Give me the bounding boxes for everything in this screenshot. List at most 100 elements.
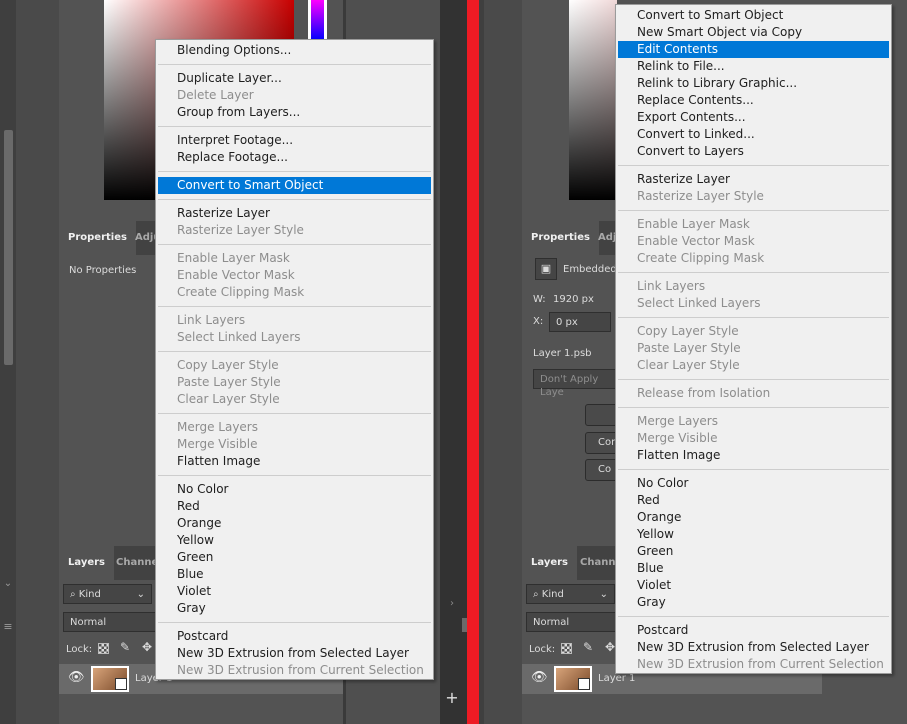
menu-item-new-3d-extrusion-from-selected-layer[interactable]: New 3D Extrusion from Selected Layer xyxy=(618,639,889,656)
menu-item-delete-layer: Delete Layer xyxy=(177,88,254,102)
menu-separator xyxy=(158,622,431,623)
menu-item-red[interactable]: Red xyxy=(158,498,431,515)
dont-apply-select[interactable]: Don't Apply Laye xyxy=(533,369,623,398)
menu-item-relink-to-file[interactable]: Relink to File... xyxy=(618,58,889,75)
menu-item-rasterize-layer[interactable]: Rasterize Layer xyxy=(618,171,889,188)
right-kind-label: Kind xyxy=(541,589,564,600)
menu-item-flatten-image[interactable]: Flatten Image xyxy=(618,447,889,464)
right-chevron-down-icon: ⌄ xyxy=(599,589,608,600)
menu-separator xyxy=(158,351,431,352)
expand-chevron-icon[interactable]: › xyxy=(450,598,460,610)
menu-item-gray[interactable]: Gray xyxy=(618,594,889,611)
menu-item-violet[interactable]: Violet xyxy=(158,583,431,600)
menu-separator xyxy=(158,171,431,172)
width-value[interactable]: 1920 px xyxy=(553,294,594,305)
visibility-eye-icon[interactable]: 👁 xyxy=(68,670,85,685)
menu-item-merge-visible: Merge Visible xyxy=(637,431,718,445)
collapse-chevron-icon[interactable]: ⌄ xyxy=(2,578,14,590)
embedded-icon: ▣ xyxy=(535,258,557,280)
hue-slider[interactable] xyxy=(308,0,327,40)
lock-brush-icon[interactable]: ✎ xyxy=(120,640,130,654)
menu-item-replace-contents[interactable]: Replace Contents... xyxy=(618,92,889,109)
menu-item-blue[interactable]: Blue xyxy=(618,560,889,577)
right-lock-brush-icon[interactable]: ✎ xyxy=(583,640,593,654)
menu-item-convert-to-linked[interactable]: Convert to Linked... xyxy=(618,126,889,143)
menu-item-postcard[interactable]: Postcard xyxy=(618,622,889,639)
menu-item-group-from-layers[interactable]: Group from Layers... xyxy=(158,104,431,121)
menu-item-green[interactable]: Green xyxy=(158,549,431,566)
menu-item-gray[interactable]: Gray xyxy=(158,600,431,617)
menu-item-paste-layer-style: Paste Layer Style xyxy=(637,341,741,355)
menu-item-merge-visible: Merge Visible xyxy=(177,437,258,451)
no-properties-text: No Properties xyxy=(69,265,137,276)
smart-object-badge-icon xyxy=(115,678,127,690)
menu-item-yellow[interactable]: Yellow xyxy=(618,526,889,543)
filter-kind-select[interactable]: ⌕ Kind ⌄ xyxy=(63,584,152,604)
right-blend-mode-select[interactable]: Normal xyxy=(526,612,621,632)
lock-label: Lock: xyxy=(66,644,93,655)
menu-item-replace-footage[interactable]: Replace Footage... xyxy=(158,149,431,166)
menu-item-merge-layers: Merge Layers xyxy=(637,414,718,428)
menu-item-violet[interactable]: Violet xyxy=(618,577,889,594)
menu-item-no-color[interactable]: No Color xyxy=(158,481,431,498)
lock-move-icon[interactable]: ✥ xyxy=(142,640,152,654)
menu-item-orange[interactable]: Orange xyxy=(618,509,889,526)
menu-separator xyxy=(158,413,431,414)
menu-item-new-3d-extrusion-from-selected-layer[interactable]: New 3D Extrusion from Selected Layer xyxy=(158,645,431,662)
tab-layers[interactable]: Layers xyxy=(59,546,114,580)
lock-transparent-icon[interactable] xyxy=(98,643,109,654)
menu-item-convert-to-layers[interactable]: Convert to Layers xyxy=(618,143,889,160)
menu-item-clear-layer-style: Clear Layer Style xyxy=(637,358,740,372)
menu-item-clear-layer-style: Clear Layer Style xyxy=(177,392,280,406)
menu-item-convert-to-smart-object[interactable]: Convert to Smart Object xyxy=(618,7,889,24)
right-visibility-eye-icon[interactable]: 👁 xyxy=(531,670,548,685)
left-scrollbar-thumb[interactable] xyxy=(4,130,13,365)
menu-item-relink-to-library-graphic[interactable]: Relink to Library Graphic... xyxy=(618,75,889,92)
menu-item-blending-options[interactable]: Blending Options... xyxy=(158,42,431,59)
menu-item-duplicate-layer[interactable]: Duplicate Layer... xyxy=(158,70,431,87)
menu-item-create-clipping-mask: Create Clipping Mask xyxy=(637,251,765,265)
menu-item-red[interactable]: Red xyxy=(618,492,889,509)
menu-item-flatten-image[interactable]: Flatten Image xyxy=(158,453,431,470)
menu-item-edit-contents[interactable]: Edit Contents xyxy=(618,41,889,58)
menu-item-export-contents[interactable]: Export Contents... xyxy=(618,109,889,126)
add-layer-plus-icon[interactable]: + xyxy=(444,690,460,706)
menu-item-interpret-footage[interactable]: Interpret Footage... xyxy=(158,132,431,149)
menu-separator xyxy=(618,165,889,166)
tab-properties[interactable]: Properties xyxy=(59,221,136,255)
menu-item-yellow[interactable]: Yellow xyxy=(158,532,431,549)
menu-item-no-color[interactable]: No Color xyxy=(618,475,889,492)
right-lock-transparent-icon[interactable] xyxy=(561,643,572,654)
menu-item-blue[interactable]: Blue xyxy=(158,566,431,583)
menu-item-paste-layer-style: Paste Layer Style xyxy=(177,375,281,389)
right-lock-label: Lock: xyxy=(529,644,556,655)
menu-item-rasterize-layer-style: Rasterize Layer Style xyxy=(637,189,764,203)
menu-item-convert-to-smart-object[interactable]: Convert to Smart Object xyxy=(158,177,431,194)
file-name: Layer 1.psb xyxy=(533,348,592,359)
menu-item-copy-layer-style: Copy Layer Style xyxy=(637,324,739,338)
menu-item-select-linked-layers: Select Linked Layers xyxy=(177,330,301,344)
red-divider xyxy=(467,0,479,724)
right-lock-move-icon[interactable]: ✥ xyxy=(605,640,615,654)
menu-separator xyxy=(158,199,431,200)
menu-item-postcard[interactable]: Postcard xyxy=(158,628,431,645)
menu-item-orange[interactable]: Orange xyxy=(158,515,431,532)
menu-item-create-clipping-mask: Create Clipping Mask xyxy=(177,285,305,299)
menu-item-green[interactable]: Green xyxy=(618,543,889,560)
menu-item-copy-layer-style: Copy Layer Style xyxy=(177,358,279,372)
menu-item-release-from-isolation: Release from Isolation xyxy=(637,386,771,400)
menu-separator xyxy=(618,210,889,211)
right-filter-kind-select[interactable]: ⌕ Kind ⌄ xyxy=(526,584,615,604)
menu-item-new-smart-object-via-copy[interactable]: New Smart Object via Copy xyxy=(618,24,889,41)
right-tab-layers[interactable]: Layers xyxy=(522,546,577,580)
menu-separator xyxy=(618,272,889,273)
menu-separator xyxy=(158,244,431,245)
panel-menu-icon[interactable]: ≡ xyxy=(1,620,15,634)
menu-separator xyxy=(158,475,431,476)
menu-item-rasterize-layer[interactable]: Rasterize Layer xyxy=(158,205,431,222)
menu-item-enable-layer-mask: Enable Layer Mask xyxy=(177,251,290,265)
right-tab-properties[interactable]: Properties xyxy=(522,221,599,255)
x-input[interactable]: 0 px xyxy=(549,312,611,332)
blend-mode-select[interactable]: Normal xyxy=(63,612,158,632)
right-color-field[interactable] xyxy=(569,0,617,200)
